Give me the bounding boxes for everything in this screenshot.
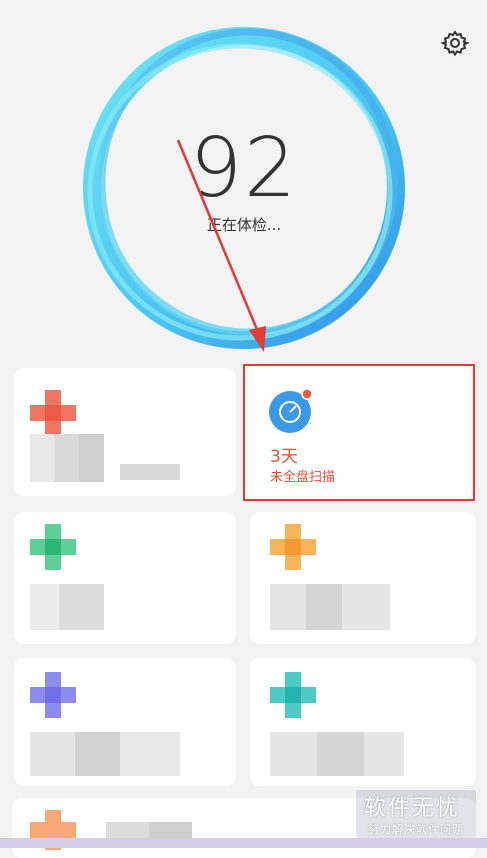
pixelated-icon	[30, 672, 76, 718]
pixelated-text	[120, 464, 180, 480]
pixelated-text	[30, 732, 180, 776]
pixelated-icon	[270, 524, 316, 570]
bottom-strip	[0, 838, 487, 848]
watermark-title: 软件无忧	[364, 796, 461, 821]
timer-icon	[269, 388, 313, 433]
feature-card-5[interactable]	[14, 658, 236, 786]
pixelated-text	[270, 732, 404, 776]
health-score: 92	[189, 121, 299, 216]
feature-card-6[interactable]	[250, 658, 476, 786]
pixelated-text	[30, 434, 104, 482]
feature-card-4[interactable]	[250, 512, 476, 644]
gear-icon[interactable]	[440, 28, 470, 58]
feature-card-3[interactable]	[14, 512, 236, 644]
pixelated-icon	[30, 390, 76, 436]
scan-status-label: 未全盘扫描	[270, 470, 336, 485]
feature-card-1[interactable]	[14, 368, 236, 496]
pixelated-text	[270, 584, 390, 630]
watermark-subtitle: 努力解决软件问题	[368, 823, 464, 836]
pixelated-icon	[270, 672, 316, 718]
pixelated-text	[30, 584, 104, 630]
pixelated-icon	[30, 524, 76, 570]
scan-days: 3天	[270, 447, 298, 467]
check-status-text: 正在体检...	[206, 216, 282, 234]
